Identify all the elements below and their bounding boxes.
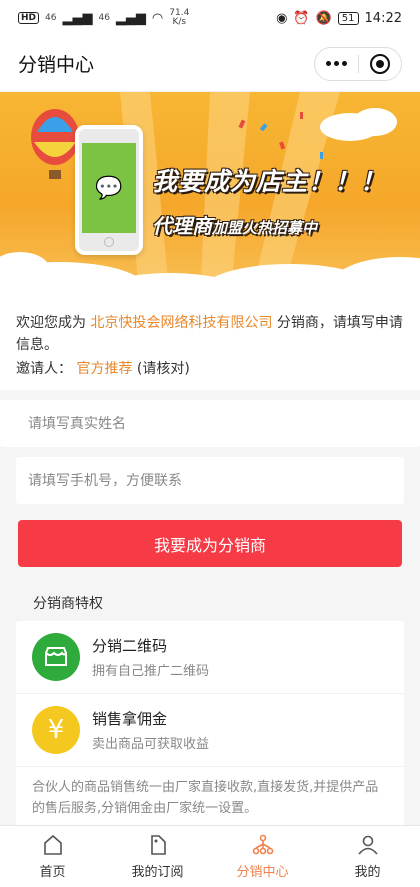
yen-icon: ¥ <box>32 706 80 754</box>
eye-icon: ◉ <box>276 10 288 26</box>
status-left: HD 46 ▂▄▆ 46 ▂▄▆ ◠ 71.4 K/s <box>18 9 189 27</box>
close-miniprogram-button[interactable] <box>359 48 402 80</box>
phone-field-wrapper <box>16 457 404 504</box>
tab-label: 我的订阅 <box>131 865 184 880</box>
inviter-value: 官方推荐 <box>76 361 133 377</box>
status-right: ◉ ⏰ 🔕 51 14:22 <box>276 11 402 26</box>
tab-home[interactable]: 首页 <box>0 826 105 887</box>
tab-label: 我的 <box>354 865 381 880</box>
bottom-tab-bar: 首页 我的订阅 分销中心 我的 <box>0 825 420 887</box>
privilege-text: 分销二维码 拥有自己推广二维码 <box>92 635 209 679</box>
network-icon <box>252 834 273 855</box>
banner-subheadline: 代理商加盟火热招募中 <box>152 214 318 238</box>
tab-my-subscriptions[interactable]: 我的订阅 <box>105 826 210 887</box>
signal-icon-2: ▂▄▆ <box>115 10 146 26</box>
welcome-intro: 欢迎您成为 北京快投会网络科技有限公司 分销商，请填写申请信息。 邀请人： 官方… <box>0 300 420 390</box>
inviter-label: 邀请人： <box>16 361 72 377</box>
dot-icon <box>333 61 339 66</box>
dot-icon <box>325 61 331 66</box>
tab-profile[interactable]: 我的 <box>315 826 420 887</box>
tab-label: 首页 <box>39 865 66 880</box>
phone-screen: 💬 <box>82 143 136 233</box>
shop-glyph <box>45 647 67 666</box>
privilege-desc: 卖出商品可获取收益 <box>92 737 210 752</box>
company-name: 北京快投会网络科技有限公司 <box>90 315 273 331</box>
banner-headline: 我要成为店主！！！ <box>152 167 387 196</box>
name-field-wrapper <box>0 390 420 447</box>
inviter-row: 邀请人： 官方推荐 (请核对) <box>16 358 404 380</box>
phone-input[interactable] <box>28 472 392 489</box>
network-type-2: 46 <box>98 12 110 23</box>
welcome-text: 欢迎您成为 北京快投会网络科技有限公司 分销商，请填写申请信息。 <box>16 315 403 353</box>
hot-air-balloon <box>31 109 79 179</box>
tab-distribution-center[interactable]: 分销中心 <box>210 826 315 887</box>
target-icon <box>369 53 390 74</box>
promo-banner: 💬 我要成为店主！！！ 代理商加盟火热招募中 <box>0 92 420 300</box>
clock: 14:22 <box>364 10 402 26</box>
phone-illustration: 💬 <box>75 125 143 255</box>
privileges-title: 分销商特权 <box>33 596 103 612</box>
tab-label: 分销中心 <box>236 865 289 880</box>
inviter-note: (请核对) <box>136 361 190 377</box>
privilege-desc: 拥有自己推广二维码 <box>92 664 210 679</box>
more-menu-button[interactable] <box>315 48 358 80</box>
status-bar: HD 46 ▂▄▆ 46 ▂▄▆ ◠ 71.4 K/s ◉ ⏰ 🔕 51 14:2… <box>0 0 420 36</box>
privileges-note: 合伙人的商品销售统一由厂家直接收款,直接发货,并提供产品的售后服务,分销佣金由厂… <box>32 780 379 816</box>
tag-icon <box>150 835 166 855</box>
hd-badge: HD <box>18 12 40 24</box>
home-button-icon <box>104 237 114 247</box>
signal-icon: ▂▄▆ <box>62 10 93 26</box>
net-speed: 71.4 K/s <box>169 8 190 27</box>
battery-indicator: 51 <box>337 11 359 25</box>
miniprogram-capsule <box>314 46 402 81</box>
dot-icon <box>341 61 347 66</box>
name-input[interactable] <box>28 415 392 432</box>
navigation-bar: 分销中心 <box>0 36 420 92</box>
alarm-icon: ⏰ <box>293 10 310 26</box>
privilege-item-qrcode: 分销二维码 拥有自己推广二维码 <box>16 621 404 694</box>
become-distributor-button[interactable]: 我要成为分销商 <box>18 520 402 567</box>
wifi-icon: ◠ <box>151 10 164 26</box>
wechat-icon: 💬 <box>95 175 123 201</box>
mute-icon: 🔕 <box>315 10 332 26</box>
shop-icon <box>32 633 80 681</box>
home-icon <box>43 834 62 855</box>
user-icon <box>357 835 378 855</box>
privilege-text: 销售拿佣金 卖出商品可获取收益 <box>92 708 209 752</box>
privilege-name: 销售拿佣金 <box>92 710 168 728</box>
privilege-name: 分销二维码 <box>92 637 168 655</box>
privileges-card: 分销二维码 拥有自己推广二维码 ¥ 销售拿佣金 卖出商品可获取收益 合伙人的商品… <box>16 621 404 829</box>
network-type: 46 <box>45 12 57 23</box>
page-title: 分销中心 <box>18 54 95 76</box>
privilege-item-commission: ¥ 销售拿佣金 卖出商品可获取收益 <box>16 694 404 767</box>
